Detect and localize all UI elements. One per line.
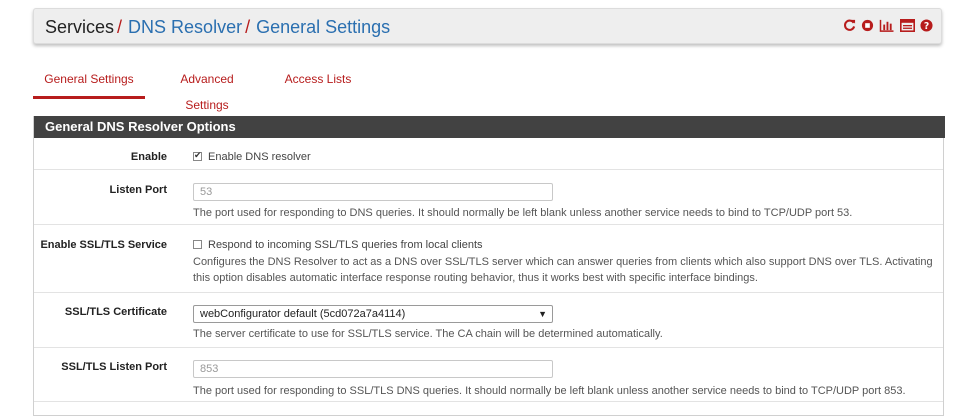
- ssl-tls-service-checkbox[interactable]: Respond to incoming SSL/TLS queries from…: [193, 239, 937, 251]
- form-row-ssl-tls-certificate: SSL/TLS Certificate webConfigurator defa…: [34, 293, 943, 348]
- form-row-ssl-tls-listen-port: SSL/TLS Listen Port 853 The port used fo…: [34, 348, 943, 402]
- breadcrumb: Services / DNS Resolver / General Settings: [45, 17, 390, 37]
- help-text: The port used for responding to SSL/TLS …: [193, 385, 906, 397]
- selected-value: webConfigurator default (5cd072a7a4114): [200, 308, 406, 320]
- status-graph-icon[interactable]: [879, 19, 895, 32]
- breadcrumb-bar: Services / DNS Resolver / General Settings ?: [33, 8, 942, 44]
- help-text-line: Configures the DNS Resolver to act as a …: [193, 256, 933, 268]
- row-label: SSL/TLS Listen Port: [61, 361, 167, 373]
- settings-panel: General DNS Resolver Options Enable Enab…: [33, 116, 945, 416]
- help-text-line: this option disables automatic interface…: [193, 272, 758, 284]
- help-text: The server certificate to use for SSL/TL…: [193, 328, 663, 340]
- checkbox-checked-icon[interactable]: [193, 150, 202, 161]
- tab-bar: General Settings Advanced Settings Acces…: [33, 66, 942, 112]
- tab-access-lists[interactable]: Access Lists: [283, 66, 353, 99]
- breadcrumb-general-settings[interactable]: General Settings: [256, 17, 390, 37]
- help-icon[interactable]: ?: [920, 19, 933, 32]
- checkbox-unchecked-icon[interactable]: [193, 240, 202, 249]
- stop-icon[interactable]: [861, 19, 874, 32]
- tab-advanced-settings[interactable]: Advanced Settings: [159, 66, 255, 112]
- help-text: The port used for responding to DNS quer…: [193, 207, 853, 219]
- form-row-listen-port: Listen Port 53 The port used for respond…: [34, 170, 943, 225]
- breadcrumb-root: Services: [45, 17, 115, 37]
- restart-icon[interactable]: [843, 19, 856, 32]
- enable-dns-resolver-checkbox[interactable]: Enable DNS resolver: [193, 150, 937, 163]
- checkbox-label: Respond to incoming SSL/TLS queries from…: [208, 239, 483, 251]
- panel-title: General DNS Resolver Options: [34, 116, 945, 138]
- checkbox-label: Enable DNS resolver: [208, 151, 311, 163]
- ssl-tls-certificate-select[interactable]: webConfigurator default (5cd072a7a4114) …: [193, 305, 553, 323]
- svg-text:?: ?: [924, 21, 929, 32]
- row-label: Enable SSL/TLS Service: [40, 239, 167, 251]
- dropdown-caret-icon: ▼: [538, 309, 547, 319]
- row-label: SSL/TLS Certificate: [64, 306, 167, 318]
- breadcrumb-dns-resolver[interactable]: DNS Resolver: [128, 17, 242, 37]
- tab-general-settings[interactable]: General Settings: [33, 66, 145, 99]
- ssl-tls-listen-port-input[interactable]: 853: [193, 360, 553, 378]
- listen-port-input[interactable]: 53: [193, 183, 553, 201]
- header-icons: ?: [843, 19, 933, 32]
- form-row-ssl-tls-service: Enable SSL/TLS Service Respond to incomi…: [34, 225, 943, 293]
- row-label: Listen Port: [109, 184, 167, 196]
- breadcrumb-separator: /: [117, 17, 123, 37]
- form-row-enable: Enable Enable DNS resolver: [34, 138, 943, 170]
- log-icon[interactable]: [900, 19, 915, 32]
- breadcrumb-separator: /: [245, 17, 251, 37]
- row-label: Enable: [130, 151, 167, 163]
